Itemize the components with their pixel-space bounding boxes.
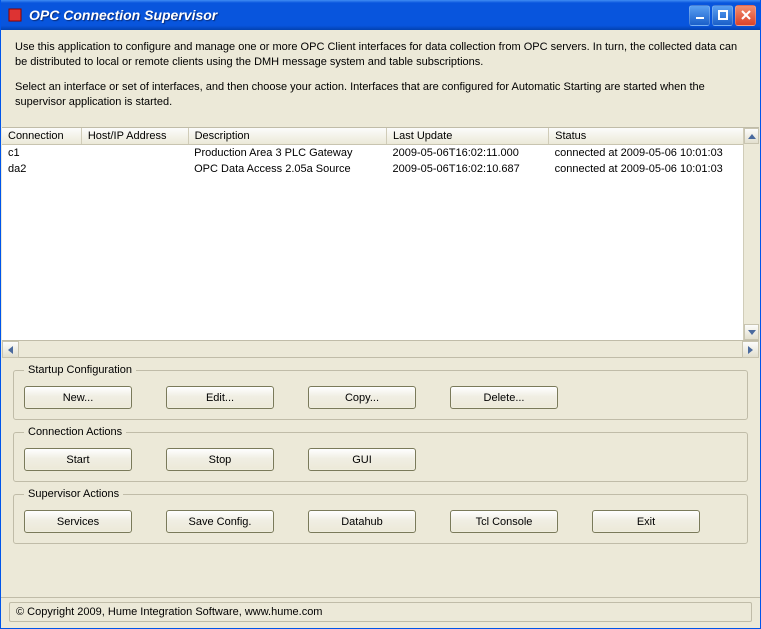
content-area: Use this application to configure and ma… <box>1 30 760 628</box>
vertical-scrollbar[interactable] <box>743 128 759 340</box>
copyright-text: © Copyright 2009, Hume Integration Softw… <box>9 602 752 622</box>
connection-buttons: Start Stop GUI <box>24 446 737 471</box>
table-row[interactable]: da2 OPC Data Access 2.05a Source 2009-05… <box>2 161 759 177</box>
cell-host <box>81 145 188 162</box>
new-button[interactable]: New... <box>24 386 132 409</box>
cell-status: connected at 2009-05-06 10:01:03 <box>549 161 759 177</box>
status-bar: © Copyright 2009, Hume Integration Softw… <box>1 597 760 628</box>
col-status[interactable]: Status <box>549 128 759 145</box>
table-header-row: Connection Host/IP Address Description L… <box>2 128 759 145</box>
cell-description: Production Area 3 PLC Gateway <box>188 145 386 162</box>
app-window: OPC Connection Supervisor Use this appli… <box>0 0 761 629</box>
connection-actions-legend: Connection Actions <box>24 426 126 438</box>
cell-status: connected at 2009-05-06 10:01:03 <box>549 145 759 162</box>
col-description[interactable]: Description <box>188 128 386 145</box>
scroll-track[interactable] <box>19 341 742 357</box>
button-groups: Startup Configuration New... Edit... Cop… <box>1 358 760 548</box>
connections-table[interactable]: Connection Host/IP Address Description L… <box>2 128 759 177</box>
scroll-left-arrow[interactable] <box>2 341 19 358</box>
connection-actions-group: Connection Actions Start Stop GUI <box>13 426 748 482</box>
cell-last-update: 2009-05-06T16:02:11.000 <box>387 145 549 162</box>
scroll-up-arrow[interactable] <box>744 128 759 144</box>
maximize-button[interactable] <box>712 5 733 26</box>
supervisor-actions-legend: Supervisor Actions <box>24 488 123 500</box>
services-button[interactable]: Services <box>24 510 132 533</box>
delete-button[interactable]: Delete... <box>450 386 558 409</box>
app-icon <box>7 7 23 23</box>
table-row[interactable]: c1 Production Area 3 PLC Gateway 2009-05… <box>2 145 759 162</box>
save-config-button[interactable]: Save Config. <box>166 510 274 533</box>
datahub-button[interactable]: Datahub <box>308 510 416 533</box>
window-title: OPC Connection Supervisor <box>29 7 689 23</box>
edit-button[interactable]: Edit... <box>166 386 274 409</box>
start-button[interactable]: Start <box>24 448 132 471</box>
window-buttons <box>689 5 756 26</box>
col-host[interactable]: Host/IP Address <box>81 128 188 145</box>
close-button[interactable] <box>735 5 756 26</box>
copy-button[interactable]: Copy... <box>308 386 416 409</box>
cell-connection: c1 <box>2 145 81 162</box>
horizontal-scrollbar[interactable] <box>2 341 759 358</box>
intro-paragraph-2: Select an interface or set of interfaces… <box>15 80 746 110</box>
tcl-console-button[interactable]: Tcl Console <box>450 510 558 533</box>
gui-button[interactable]: GUI <box>308 448 416 471</box>
col-last-update[interactable]: Last Update <box>387 128 549 145</box>
supervisor-actions-group: Supervisor Actions Services Save Config.… <box>13 488 748 544</box>
cell-connection: da2 <box>2 161 81 177</box>
intro-text: Use this application to configure and ma… <box>1 30 760 127</box>
startup-config-legend: Startup Configuration <box>24 364 136 376</box>
exit-button[interactable]: Exit <box>592 510 700 533</box>
supervisor-buttons: Services Save Config. Datahub Tcl Consol… <box>24 508 737 533</box>
scroll-down-arrow[interactable] <box>744 324 759 340</box>
cell-description: OPC Data Access 2.05a Source <box>188 161 386 177</box>
col-connection[interactable]: Connection <box>2 128 81 145</box>
titlebar: OPC Connection Supervisor <box>1 0 760 30</box>
startup-buttons: New... Edit... Copy... Delete... <box>24 384 737 409</box>
stop-button[interactable]: Stop <box>166 448 274 471</box>
scroll-right-arrow[interactable] <box>742 341 759 358</box>
connections-table-wrap: Connection Host/IP Address Description L… <box>2 127 759 341</box>
intro-paragraph-1: Use this application to configure and ma… <box>15 40 746 70</box>
cell-last-update: 2009-05-06T16:02:10.687 <box>387 161 549 177</box>
startup-config-group: Startup Configuration New... Edit... Cop… <box>13 364 748 420</box>
cell-host <box>81 161 188 177</box>
minimize-button[interactable] <box>689 5 710 26</box>
